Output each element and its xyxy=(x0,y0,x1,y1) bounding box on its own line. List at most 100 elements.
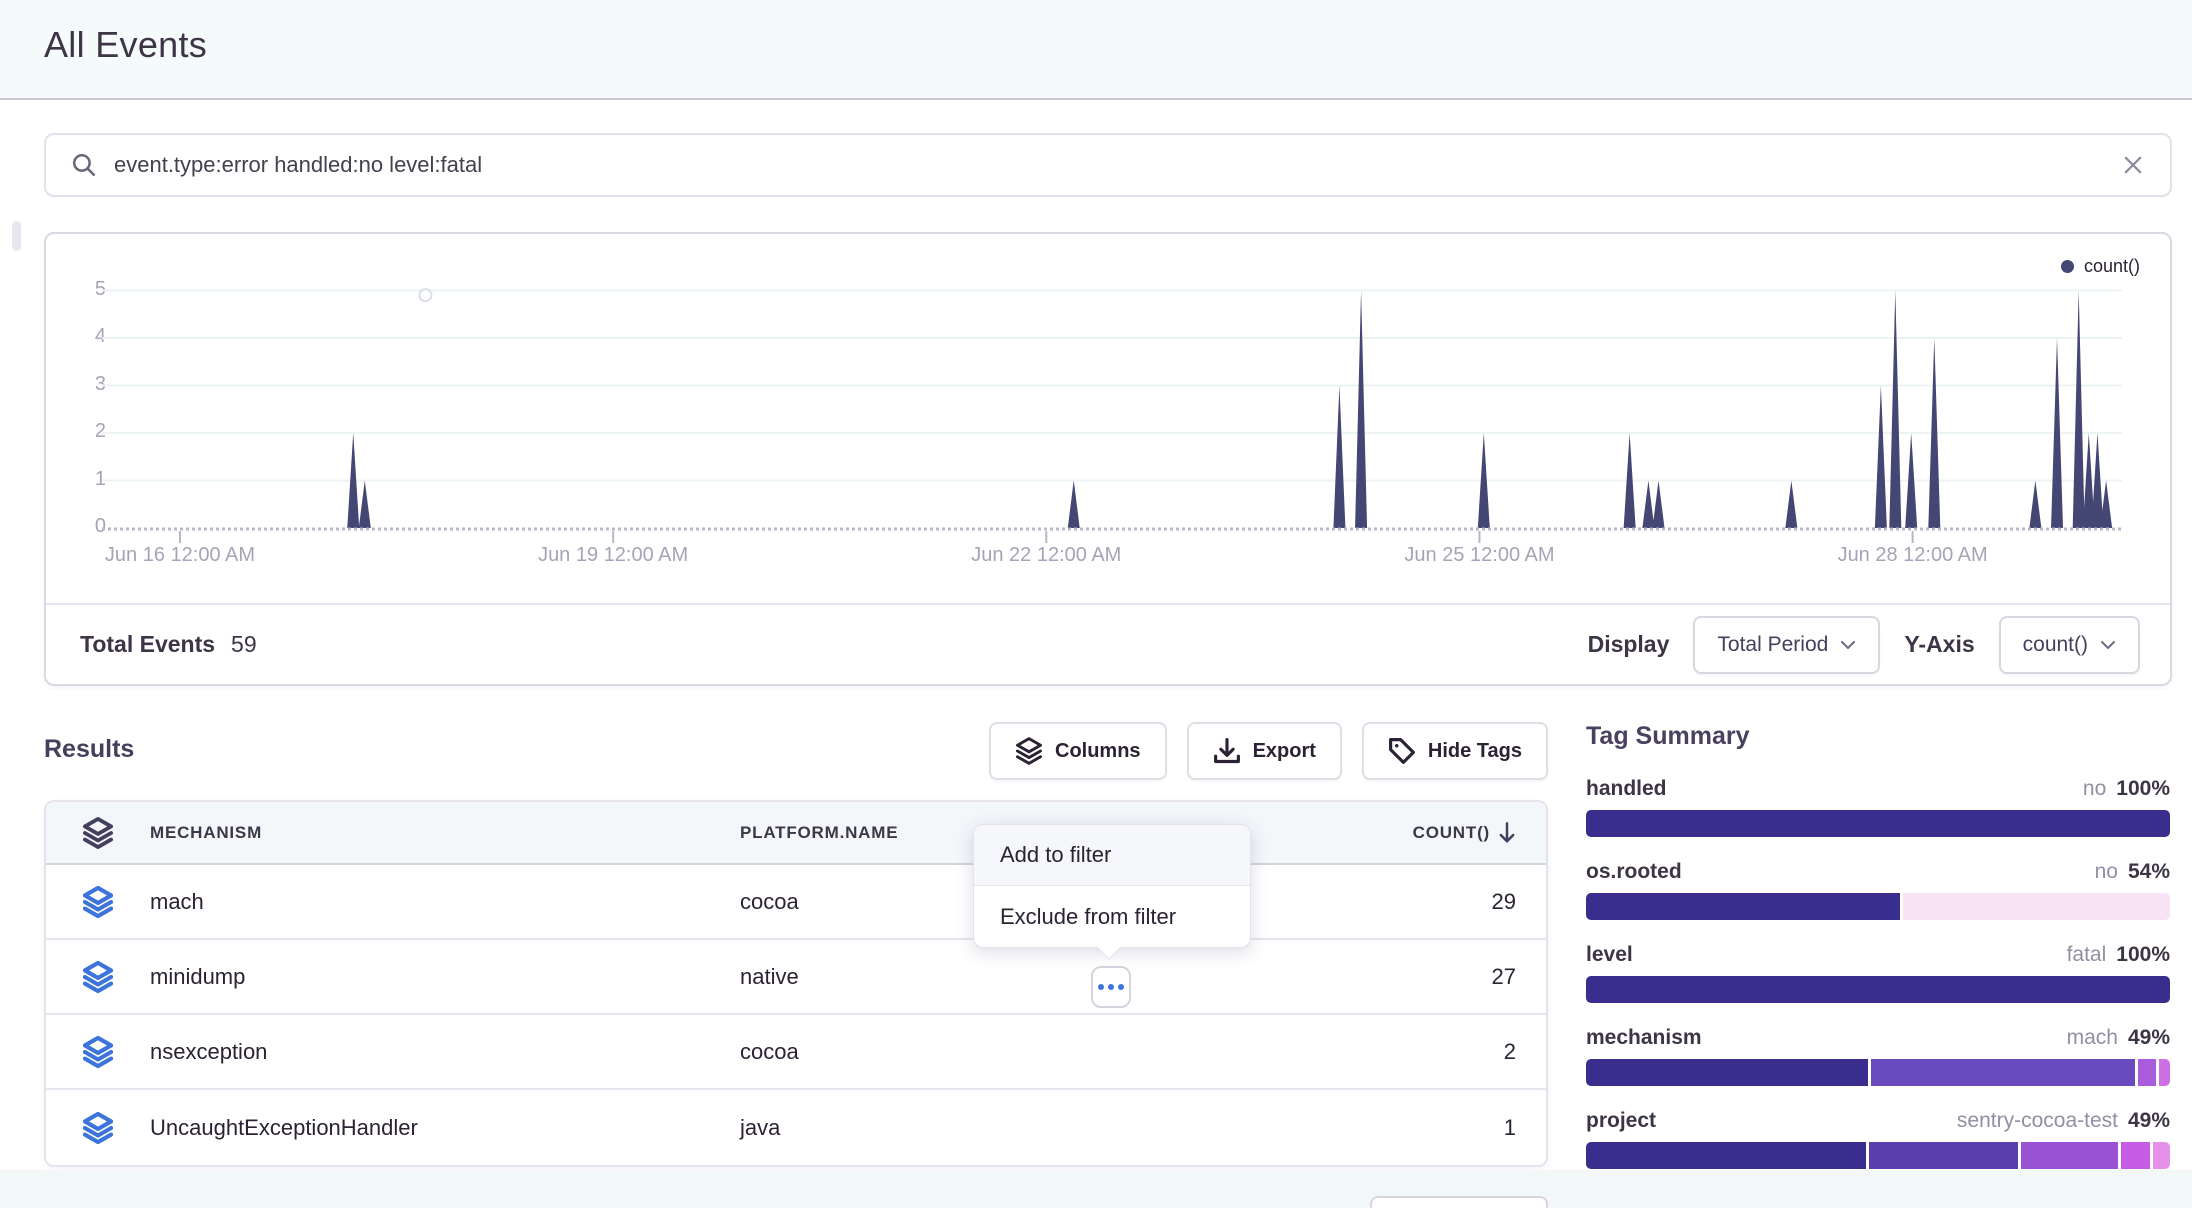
export-button[interactable]: Export xyxy=(1187,722,1342,780)
tag-distribution-bar[interactable] xyxy=(1586,976,2170,1003)
display-label: Display xyxy=(1588,631,1670,658)
clear-search-icon[interactable] xyxy=(2120,152,2146,178)
tag-entry: handled no 100% xyxy=(1586,777,2170,837)
tag-summary-heading: Tag Summary xyxy=(1586,722,2170,751)
tag-top-value: fatal xyxy=(2067,943,2107,967)
tag-bar-segment xyxy=(2159,1059,2171,1086)
tag-distribution-bar[interactable] xyxy=(1586,1059,2170,1086)
table-body: mach cocoa 29 minidump native 27 nsexcep… xyxy=(46,865,1546,1165)
tag-top-percent: 49% xyxy=(2128,1109,2170,1133)
cell-mechanism[interactable]: minidump xyxy=(150,964,740,990)
cell-platform[interactable]: native xyxy=(740,964,1336,990)
search-bar[interactable]: event.type:error handled:no level:fatal xyxy=(44,133,2172,197)
tag-bar-segment xyxy=(1869,1142,2018,1169)
tag-top-value: sentry-cocoa-test xyxy=(1957,1109,2118,1133)
display-dropdown[interactable]: Total Period xyxy=(1693,616,1880,674)
cell-count: 29 xyxy=(1336,889,1546,915)
tag-distribution-bar[interactable] xyxy=(1586,810,2170,837)
search-icon xyxy=(70,151,98,179)
tag-top-percent: 54% xyxy=(2128,860,2170,884)
tag-top-value: mach xyxy=(2067,1026,2118,1050)
cell-count: 2 xyxy=(1336,1039,1546,1065)
tag-top-percent: 49% xyxy=(2128,1026,2170,1050)
sort-desc-arrow-icon xyxy=(1498,822,1516,844)
column-header-mechanism[interactable]: MECHANISM xyxy=(150,823,740,843)
tag-summary-panel: Tag Summary handled no 100% os.rooted no… xyxy=(1586,722,2170,1192)
tag-entry: os.rooted no 54% xyxy=(1586,860,2170,920)
table-row[interactable]: mach cocoa 29 xyxy=(46,865,1546,940)
cell-mechanism[interactable]: mach xyxy=(150,889,740,915)
results-toolbar: Columns Export Hide Tags xyxy=(989,722,1548,780)
stack-icon[interactable] xyxy=(46,1035,150,1069)
tag-top-value: no xyxy=(2095,860,2118,884)
tag-top-value: no xyxy=(2083,777,2106,801)
page-header: All Events xyxy=(0,0,2192,100)
total-events-value: 59 xyxy=(231,631,257,658)
stack-icon xyxy=(1015,737,1043,765)
count-header-label: COUNT() xyxy=(1413,823,1490,843)
total-events-label: Total Events xyxy=(80,631,215,658)
tag-icon xyxy=(1388,737,1416,765)
tag-name[interactable]: mechanism xyxy=(1586,1026,1702,1050)
hide-tags-button[interactable]: Hide Tags xyxy=(1362,722,1548,780)
stack-icon[interactable] xyxy=(46,1111,150,1145)
tag-entry: project sentry-cocoa-test 49% xyxy=(1586,1109,2170,1169)
tag-bar-segment xyxy=(1586,893,1900,920)
results-table: MECHANISM PLATFORM.NAME COUNT() mach coc… xyxy=(44,800,1548,1167)
tag-name[interactable]: level xyxy=(1586,943,1633,967)
table-row[interactable]: nsexception cocoa 2 xyxy=(46,1015,1546,1090)
yaxis-label: Y-Axis xyxy=(1904,631,1974,658)
cell-action-menu: Add to filter Exclude from filter xyxy=(973,824,1251,948)
tag-name[interactable]: handled xyxy=(1586,777,1667,801)
columns-button[interactable]: Columns xyxy=(989,722,1167,780)
columns-button-label: Columns xyxy=(1055,740,1141,763)
column-header-count[interactable]: COUNT() xyxy=(1336,822,1546,844)
page-title: All Events xyxy=(44,24,207,66)
cell-platform[interactable]: cocoa xyxy=(740,1039,1336,1065)
chart-footer: Total Events 59 Display Total Period Y-A… xyxy=(46,603,2170,684)
events-chart-card: count() 012345 Jun 16 12:00 AMJun 19 12:… xyxy=(44,232,2172,686)
tag-entries: handled no 100% os.rooted no 54% level f… xyxy=(1586,777,2170,1169)
tag-name[interactable]: os.rooted xyxy=(1586,860,1682,884)
chevron-down-icon xyxy=(2100,640,2116,650)
row-actions-button[interactable] xyxy=(1091,966,1131,1008)
stack-icon[interactable] xyxy=(46,960,150,994)
tag-bar-segment xyxy=(1586,1142,1866,1169)
tag-bar-segment xyxy=(2021,1142,2118,1169)
tag-bar-segment xyxy=(2121,1142,2150,1169)
hide-tags-button-label: Hide Tags xyxy=(1428,740,1522,763)
download-icon xyxy=(1213,737,1241,765)
tag-distribution-bar[interactable] xyxy=(1586,893,2170,920)
tag-top-percent: 100% xyxy=(2116,943,2170,967)
tag-name[interactable]: project xyxy=(1586,1109,1656,1133)
tag-bar-segment xyxy=(2153,1142,2170,1169)
display-dropdown-value: Total Period xyxy=(1717,633,1828,657)
chart-y-axis-labels: 012345 xyxy=(66,234,106,578)
tag-bar-segment xyxy=(1871,1059,2136,1086)
results-heading: Results xyxy=(44,735,134,764)
ellipsis-icon xyxy=(1098,984,1104,990)
cell-platform[interactable]: java xyxy=(740,1115,1336,1141)
drag-handle[interactable] xyxy=(12,221,21,251)
cell-count: 27 xyxy=(1336,964,1546,990)
cell-mechanism[interactable]: nsexception xyxy=(150,1039,740,1065)
stack-icon xyxy=(46,817,150,849)
stack-icon[interactable] xyxy=(46,885,150,919)
pagination-button-partial[interactable] xyxy=(1370,1196,1548,1208)
cell-count: 1 xyxy=(1336,1115,1546,1141)
tag-distribution-bar[interactable] xyxy=(1586,1142,2170,1169)
events-chart[interactable] xyxy=(102,234,2122,578)
add-to-filter-menu-item[interactable]: Add to filter xyxy=(974,825,1250,886)
cell-mechanism[interactable]: UncaughtExceptionHandler xyxy=(150,1115,740,1141)
chart-x-axis-labels: Jun 16 12:00 AMJun 19 12:00 AMJun 22 12:… xyxy=(46,544,2174,574)
tag-entry: mechanism mach 49% xyxy=(1586,1026,2170,1086)
yaxis-dropdown[interactable]: count() xyxy=(1999,616,2140,674)
table-header-row: MECHANISM PLATFORM.NAME COUNT() xyxy=(46,802,1546,865)
yaxis-dropdown-value: count() xyxy=(2023,633,2088,657)
all-events-page: All Events event.type:error handled:no l… xyxy=(0,0,2192,1208)
table-row[interactable]: UncaughtExceptionHandler java 1 xyxy=(46,1090,1546,1165)
chevron-down-icon xyxy=(1840,640,1856,650)
table-row[interactable]: minidump native 27 xyxy=(46,940,1546,1015)
export-button-label: Export xyxy=(1253,740,1316,763)
search-input[interactable]: event.type:error handled:no level:fatal xyxy=(114,152,2120,178)
